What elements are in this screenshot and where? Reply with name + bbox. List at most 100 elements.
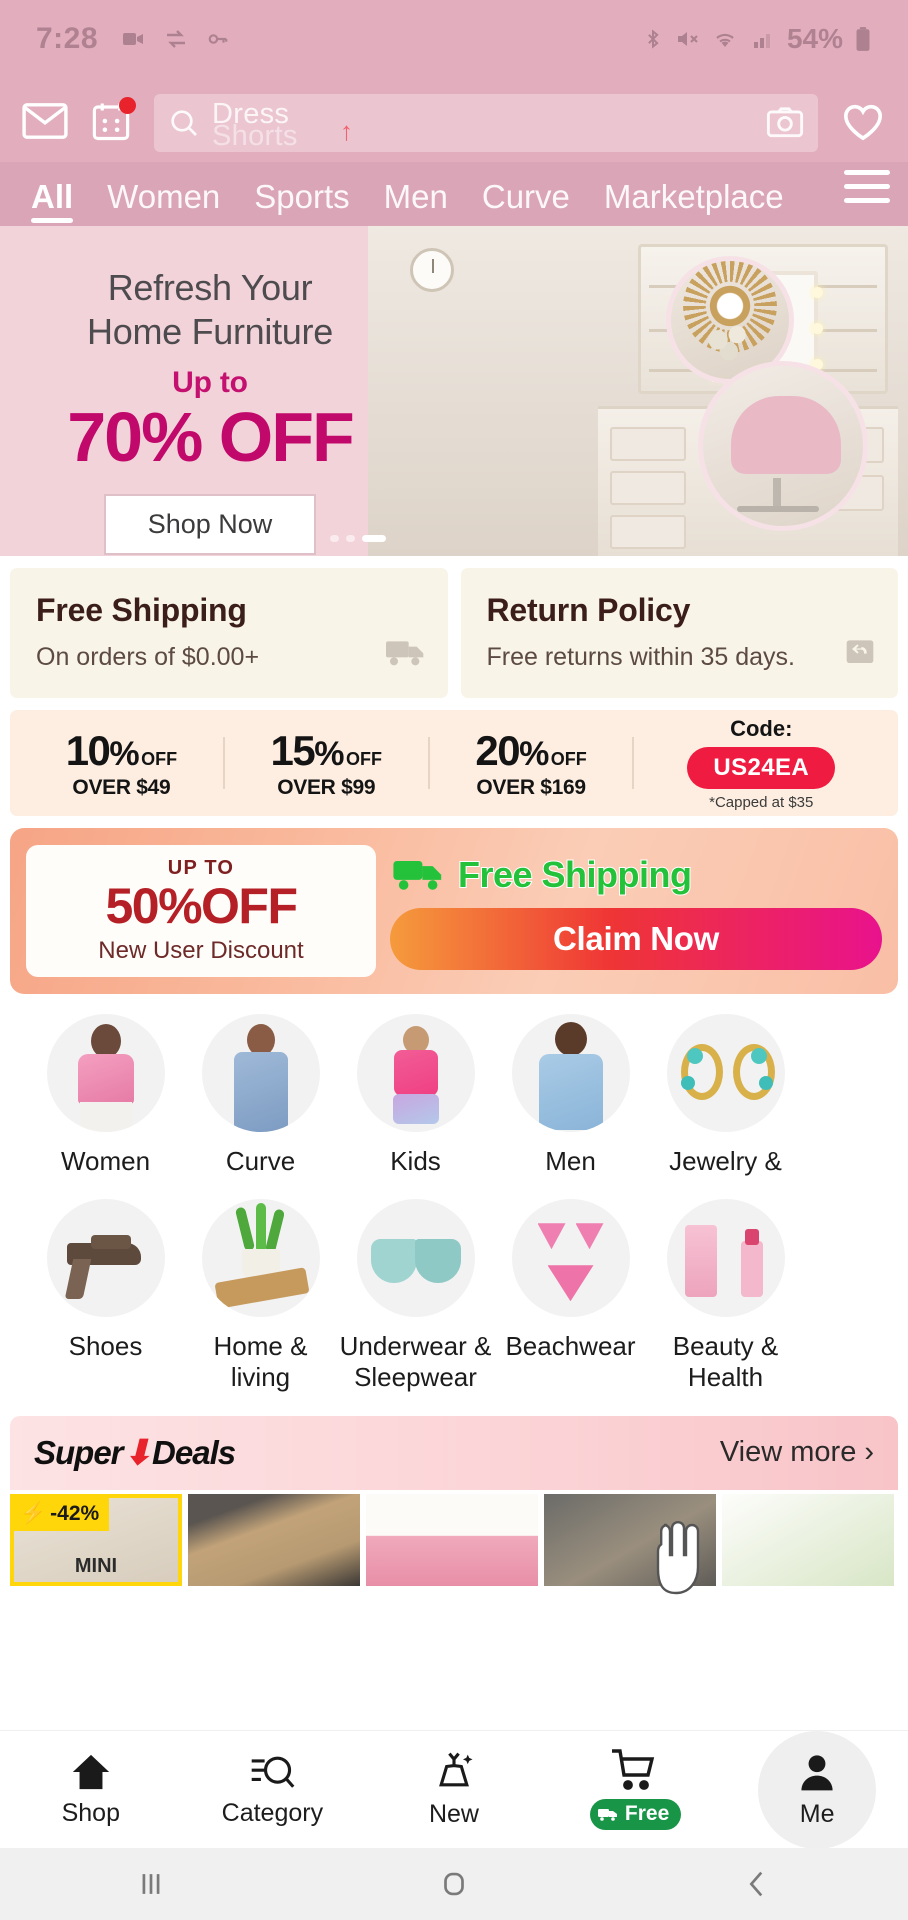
nav-me[interactable]: Me bbox=[726, 1730, 908, 1849]
coupon-tier-bar[interactable]: 10% OFF OVER $49 15% OFF OVER $99 20% OF… bbox=[10, 710, 898, 816]
app-screen: 7:28 54% Dress Shorts ↑ All Women Sports… bbox=[0, 0, 908, 1920]
free-shipping-title: Free Shipping bbox=[36, 592, 247, 628]
calendar-icon[interactable] bbox=[90, 96, 136, 147]
carousel-dot-active[interactable] bbox=[362, 535, 386, 542]
wishlist-heart-icon[interactable] bbox=[840, 100, 886, 147]
nav-new[interactable]: New bbox=[363, 1731, 545, 1848]
category-item-curve[interactable]: Curve bbox=[183, 1014, 338, 1177]
super-deals-header: Super ⬇ Deals View more › bbox=[10, 1415, 898, 1490]
tier-threshold: OVER $99 bbox=[277, 775, 376, 799]
category-item-shoes[interactable]: Shoes bbox=[28, 1199, 183, 1393]
trending-arrow-icon: ↑ bbox=[340, 116, 353, 146]
return-policy-card[interactable]: Return Policy Free returns within 35 day… bbox=[460, 568, 898, 698]
category-tab-bar: All Women Sports Men Curve Marketplace bbox=[0, 162, 908, 226]
coupon-code[interactable]: US24EA bbox=[687, 746, 836, 789]
coupon-code-block[interactable]: Code: US24EA *Capped at $35 bbox=[634, 716, 888, 811]
status-time: 7:28 bbox=[36, 22, 99, 55]
mail-icon[interactable] bbox=[22, 102, 68, 145]
hero-upto-label: Up to bbox=[172, 365, 248, 399]
signal-icon bbox=[753, 34, 770, 48]
mute-icon bbox=[677, 32, 698, 46]
discount-value: -42% bbox=[50, 1501, 100, 1525]
promo-discount: 50%OFF bbox=[105, 878, 298, 934]
product-caption: MINI bbox=[74, 1554, 118, 1577]
promo-upto-label: UP TO bbox=[167, 857, 235, 879]
new-user-promo-banner[interactable]: UP TO 50%OFF New User Discount Free Ship… bbox=[10, 828, 898, 994]
view-more-link[interactable]: View more › bbox=[720, 1436, 874, 1469]
category-item-jewelry[interactable]: Jewelry & bbox=[648, 1014, 803, 1177]
tab-curve[interactable]: Curve bbox=[465, 178, 587, 226]
nav-shop[interactable]: Shop bbox=[0, 1731, 182, 1848]
swap-icon bbox=[167, 30, 186, 48]
hamburger-menu-icon[interactable] bbox=[844, 170, 890, 212]
hero-banner[interactable]: Refresh Your Home Furniture Up to 70% OF… bbox=[0, 226, 908, 556]
recents-icon[interactable] bbox=[0, 1867, 303, 1901]
girl-in-swimsuit-image bbox=[356, 1014, 475, 1132]
category-item-beachwear[interactable]: Beachwear bbox=[493, 1199, 648, 1393]
home-icon bbox=[72, 1754, 109, 1790]
deal-product-card[interactable] bbox=[188, 1493, 360, 1586]
deal-product-card[interactable]: ⚡ -42% MINI bbox=[10, 1493, 182, 1586]
category-label: Men bbox=[545, 1146, 596, 1176]
tab-women[interactable]: Women bbox=[90, 178, 237, 226]
carousel-dot[interactable] bbox=[346, 535, 355, 542]
hero-thumb-chair bbox=[698, 361, 868, 531]
nav-cart[interactable]: Free bbox=[545, 1731, 727, 1848]
chevron-right-icon: › bbox=[864, 1436, 874, 1469]
nav-label: Me bbox=[799, 1800, 835, 1828]
status-left-icons bbox=[118, 27, 232, 51]
battery-icon bbox=[856, 27, 870, 51]
free-shipping-card[interactable]: Free Shipping On orders of $0.00+ bbox=[10, 568, 448, 698]
down-arrow-icon: ⬇ bbox=[123, 1433, 152, 1472]
category-label: Shoes bbox=[68, 1331, 143, 1362]
hero-headline-line1: Refresh Your bbox=[107, 267, 313, 308]
search-input[interactable]: Dress Shorts ↑ bbox=[154, 94, 818, 152]
nav-label: Shop bbox=[61, 1799, 120, 1827]
cart-icon bbox=[611, 1749, 654, 1790]
back-chevron-icon[interactable] bbox=[605, 1867, 908, 1901]
tab-all[interactable]: All bbox=[14, 178, 90, 226]
category-item-women[interactable]: Women bbox=[28, 1014, 183, 1177]
carousel-dot[interactable] bbox=[330, 535, 339, 542]
woman-in-pink-top-image bbox=[46, 1014, 165, 1132]
coupon-tier: 20% OFF OVER $169 bbox=[430, 727, 633, 800]
category-label: Curve bbox=[225, 1146, 296, 1176]
carousel-indicator bbox=[330, 535, 386, 542]
app-header: Dress Shorts ↑ bbox=[0, 78, 908, 162]
promo-cta-group: Free Shipping Claim Now bbox=[390, 853, 882, 970]
category-item-underwear-sleepwear[interactable]: Underwear & Sleepwear bbox=[338, 1199, 493, 1393]
deal-product-card[interactable] bbox=[722, 1493, 894, 1586]
potted-plant-board-image bbox=[201, 1199, 320, 1318]
tab-men[interactable]: Men bbox=[367, 178, 465, 226]
promo-caption: New User Discount bbox=[98, 937, 304, 964]
delivery-truck-icon bbox=[390, 853, 448, 898]
category-item-home-living[interactable]: Home & living bbox=[183, 1199, 338, 1393]
status-right-icons: 54% bbox=[643, 23, 872, 55]
category-item-beauty-health[interactable]: Beauty & Health bbox=[648, 1199, 803, 1393]
search-keyword-carousel: Dress Shorts ↑ bbox=[212, 94, 754, 152]
super-deals-title-part1: Super bbox=[34, 1433, 124, 1471]
claim-now-button[interactable]: Claim Now bbox=[390, 907, 882, 970]
nav-category[interactable]: Category bbox=[182, 1731, 364, 1848]
camera-icon[interactable] bbox=[766, 107, 804, 139]
home-square-icon[interactable] bbox=[303, 1867, 606, 1901]
truck-icon bbox=[385, 637, 426, 672]
category-row-2: Shoes Home & living Underwear & Sleepwea… bbox=[0, 1199, 908, 1393]
pink-bikini-image bbox=[511, 1199, 630, 1318]
teal-strapless-bra-image bbox=[356, 1199, 475, 1318]
man-in-blue-polo-image bbox=[511, 1014, 630, 1132]
battery-percentage: 54% bbox=[786, 23, 843, 54]
tab-marketplace[interactable]: Marketplace bbox=[587, 178, 801, 226]
shop-now-button[interactable]: Shop Now bbox=[103, 493, 317, 555]
category-item-men[interactable]: Men bbox=[493, 1014, 648, 1177]
deal-product-card[interactable] bbox=[366, 1493, 538, 1586]
category-label: Kids bbox=[390, 1146, 441, 1176]
tab-sports[interactable]: Sports bbox=[237, 178, 366, 226]
policy-cards: Free Shipping On orders of $0.00+ Return… bbox=[0, 556, 908, 698]
return-policy-subtitle: Free returns within 35 days. bbox=[486, 643, 795, 671]
category-item-kids[interactable]: Kids bbox=[338, 1014, 493, 1177]
hero-headline-line2: Home Furniture bbox=[87, 310, 333, 352]
coupon-note: *Capped at $35 bbox=[709, 793, 814, 811]
super-deals-products: ⚡ -42% MINI bbox=[10, 1489, 898, 1586]
pink-cosmetics-image bbox=[666, 1199, 785, 1318]
